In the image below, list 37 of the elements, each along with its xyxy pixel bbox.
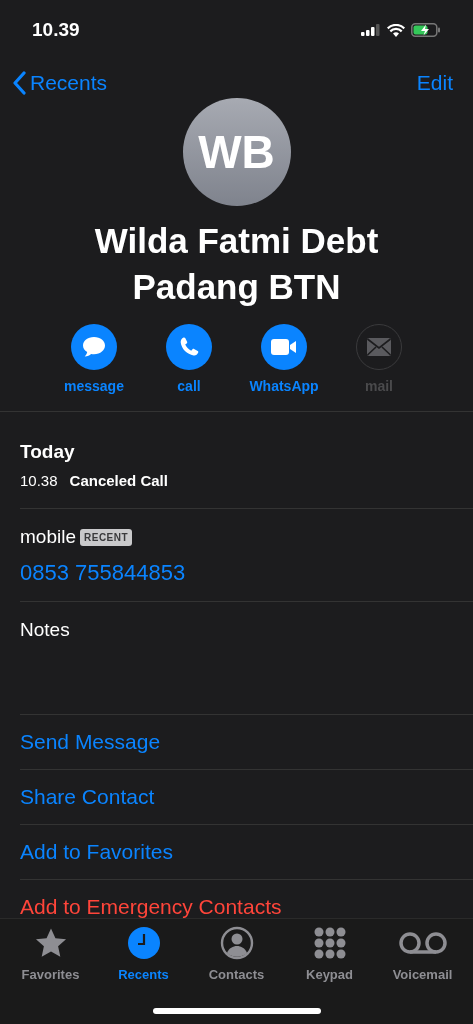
clock-icon (127, 927, 160, 959)
phone-label: mobile (20, 525, 76, 549)
keypad-icon (313, 927, 346, 959)
tab-item[interactable]: Favorites (5, 925, 96, 985)
contact-action-button[interactable]: WhatsApp (237, 324, 331, 397)
battery-charging-icon (411, 23, 441, 37)
signal-icon (361, 24, 381, 36)
edit-button[interactable]: Edit (416, 67, 453, 99)
chevron-left-icon (12, 71, 26, 95)
wifi-icon (387, 23, 405, 37)
voicemail-icon (397, 931, 448, 955)
tab-item[interactable]: Voicemail (377, 925, 468, 985)
back-button[interactable]: Recents (12, 67, 108, 99)
status-time: 10.39 (32, 17, 80, 42)
action-link[interactable]: Add to Emergency Contacts (20, 893, 282, 918)
recent-badge: RECENT (80, 528, 133, 546)
phone-number-link[interactable]: 0853 755844853 (20, 555, 473, 589)
person-circle-icon (219, 926, 254, 960)
history-heading: Today (20, 440, 76, 464)
contact-action-button[interactable]: message (47, 324, 141, 397)
contact-action-button[interactable]: call (142, 324, 236, 397)
tab-item[interactable]: Recents (98, 925, 189, 985)
contact-name: Wilda Fatmi Debt (94, 220, 379, 262)
action-link[interactable]: Add to Favorites (20, 838, 173, 865)
call-time: 10.38 (20, 471, 58, 491)
avatar: WB (182, 98, 291, 206)
notes-label: Notes (20, 618, 70, 640)
tab-item[interactable]: Contacts (191, 925, 282, 985)
video-camera-icon (270, 337, 298, 357)
contact-name: Padang BTN (132, 266, 341, 308)
action-link[interactable]: Send Message (20, 728, 161, 755)
tab-item[interactable]: Keypad (284, 925, 375, 985)
speech-bubble-icon (81, 335, 107, 359)
envelope-icon (366, 337, 392, 357)
action-link[interactable]: Share Contact (20, 783, 155, 810)
star-icon (33, 927, 68, 959)
call-status: Canceled Call (69, 471, 168, 491)
